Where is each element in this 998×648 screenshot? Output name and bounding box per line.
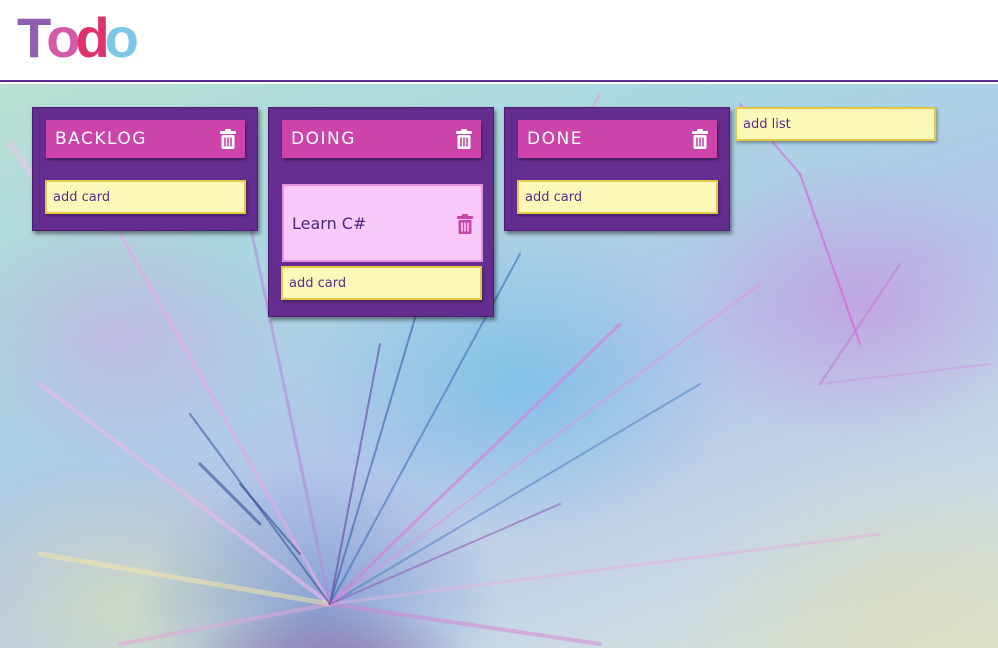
logo-letter: T (17, 6, 51, 69)
list-doing: DOING Learn C# (268, 107, 494, 317)
list-header: DONE (518, 120, 717, 158)
board: BACKLOG DOING (0, 84, 998, 648)
list-done: DONE (504, 107, 730, 231)
trash-icon[interactable] (220, 129, 236, 149)
todo-logo: Todo (17, 6, 139, 70)
logo-letter: o (104, 6, 139, 69)
list-title: DONE (527, 129, 583, 149)
list-title: BACKLOG (55, 129, 147, 149)
logo-letter: o (46, 6, 80, 69)
trash-icon[interactable] (457, 214, 473, 234)
card-text: Learn C# (292, 214, 367, 233)
card[interactable]: Learn C# (282, 184, 483, 262)
list-title: DOING (291, 129, 356, 149)
add-card-input[interactable] (45, 180, 246, 214)
add-list-input[interactable] (735, 107, 936, 141)
list-backlog: BACKLOG (32, 107, 258, 231)
trash-icon[interactable] (692, 129, 708, 149)
add-card-input[interactable] (517, 180, 718, 214)
add-card-input[interactable] (281, 266, 482, 300)
list-header: DOING (282, 120, 481, 158)
list-header: BACKLOG (46, 120, 245, 158)
logo-letter: d (75, 6, 109, 69)
app-header: Todo (0, 0, 998, 82)
trash-icon[interactable] (456, 129, 472, 149)
